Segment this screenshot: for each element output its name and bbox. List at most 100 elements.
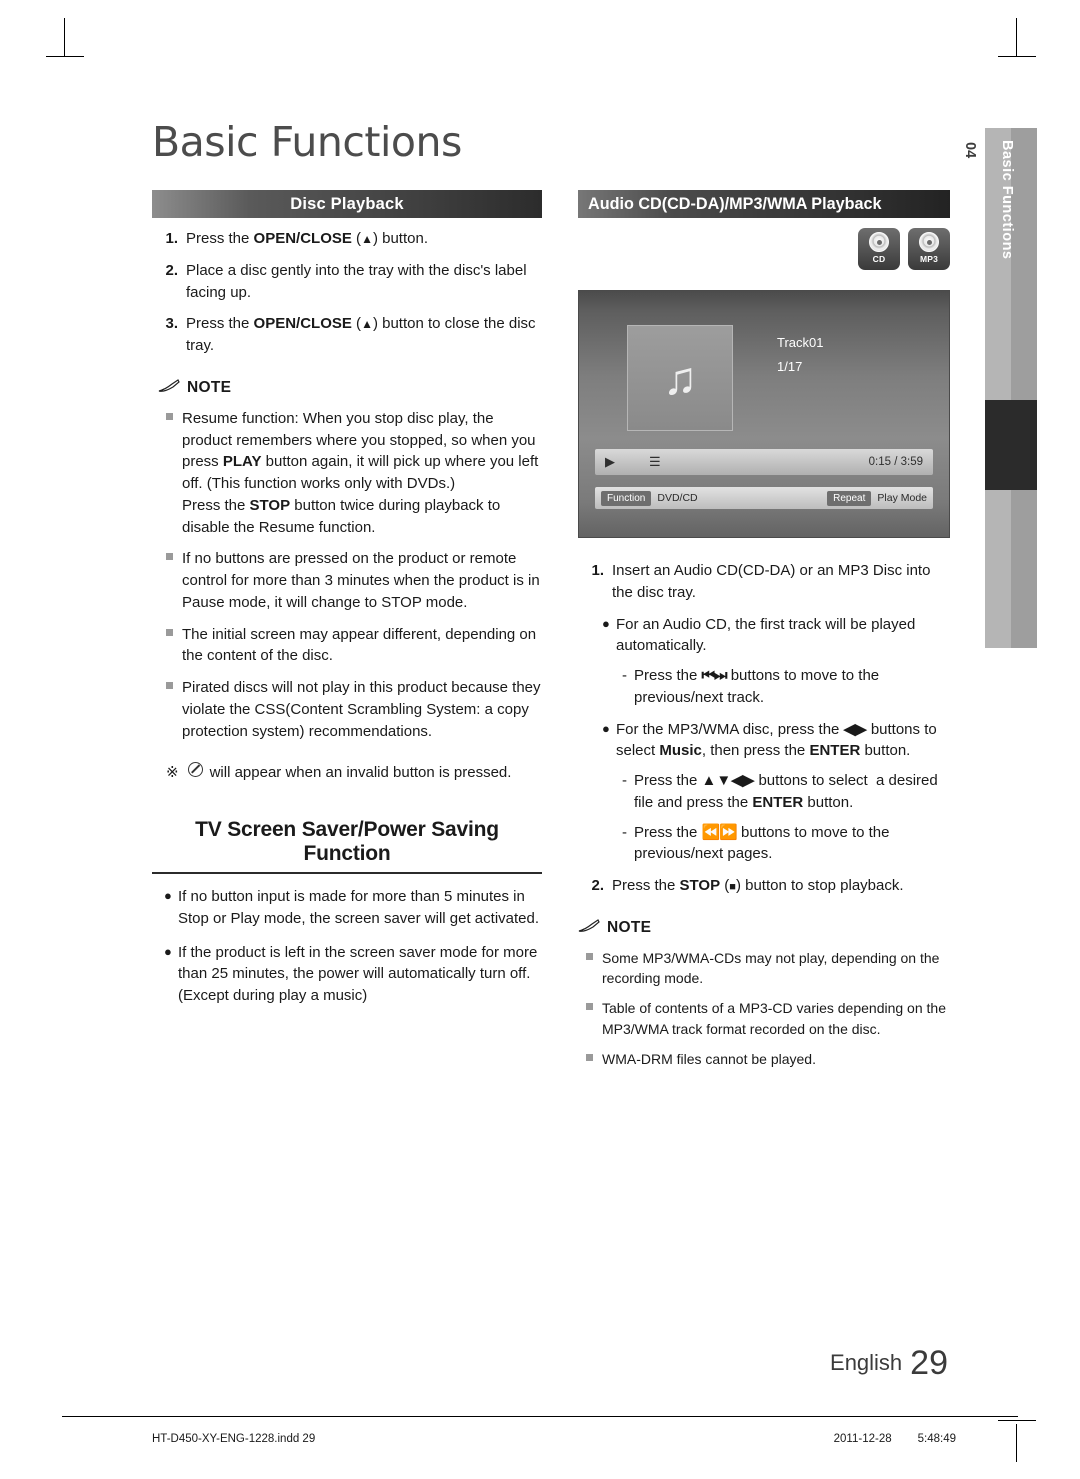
list-item: Some MP3/WMA-CDs may not play, depending… (586, 948, 950, 989)
crop-mark-bottom-right-h (998, 1420, 1036, 1421)
chapter-label: Basic Functions (999, 140, 1015, 260)
disc-icon-label: MP3 (919, 254, 939, 264)
screenshot-time: 0:15 / 3:59 (868, 456, 923, 468)
note-text: Pirated discs will not play in this prod… (182, 679, 541, 740)
footer-language-text: English (830, 1350, 903, 1375)
section-header-disc-playback: Disc Playback (152, 190, 542, 218)
list-item: - Press the ⏪⏩ buttons to move to the pr… (622, 822, 950, 866)
pencil-icon (158, 378, 180, 398)
left-column: Disc Playback 1. Press the OPEN/CLOSE (▲… (152, 190, 542, 1007)
list-item: If no buttons are pressed on the product… (166, 548, 542, 613)
invalid-button-note-text: will appear when an invalid button is pr… (209, 764, 512, 782)
step-number: 1. (165, 230, 178, 247)
list-item: Pirated discs will not play in this prod… (166, 677, 542, 742)
section-heading-screen-saver: TV Screen Saver/Power Saving Function (152, 818, 542, 874)
dash-icon: - (622, 667, 627, 684)
note-heading: NOTE (158, 378, 542, 398)
note-text: Resume function: When you stop disc play… (182, 409, 539, 536)
section-title-text: Disc Playback (290, 194, 404, 213)
chapter-number: 04 (962, 142, 978, 159)
footer-date: 2011-12-28 (833, 1433, 892, 1445)
dash-icon: - (622, 772, 627, 789)
crop-mark-top-right-v (1016, 18, 1017, 56)
page-title: Basic Functions (152, 118, 462, 166)
cd-disc-icon: CD (858, 228, 900, 270)
screenshot-track-label: Track01 (777, 335, 824, 350)
section-title-text: Audio CD(CD-DA)/MP3/WMA Playback (588, 194, 882, 213)
step-number: 2. (591, 877, 604, 894)
note-heading: NOTE (578, 918, 950, 938)
repeat-chip: Repeat (827, 490, 872, 506)
crop-mark-top-left-h (46, 56, 84, 57)
album-art-placeholder: ♫ (627, 325, 733, 431)
list-item: Resume function: When you stop disc play… (166, 408, 542, 539)
right-column: Audio CD(CD-DA)/MP3/WMA Playback CD MP3 … (578, 190, 950, 1069)
step-text: Press the OPEN/CLOSE (▲) button. (186, 230, 428, 247)
list-item: The initial screen may appear different,… (166, 624, 542, 668)
footer-language: English 29 (830, 1344, 948, 1383)
list-item: ● For an Audio CD, the first track will … (602, 614, 950, 658)
sub-dash-text: Press the ⏪⏩ buttons to move to the prev… (634, 823, 890, 863)
step-text: Place a disc gently into the tray with t… (186, 261, 527, 301)
crop-mark-bottom-right-v (1016, 1424, 1017, 1462)
note-text: If no buttons are pressed on the product… (182, 550, 540, 611)
list-item: - Press the ▲▼◀▶ buttons to select a des… (622, 770, 950, 814)
bullet-icon: ● (164, 943, 172, 959)
chapter-tab-marker (985, 400, 1037, 490)
note-text: The initial screen may appear different,… (182, 625, 537, 665)
equalizer-icon: ☰ (649, 454, 661, 469)
list-item: 2. Place a disc gently into the tray wit… (152, 260, 542, 304)
screenshot-track-index: 1/17 (777, 359, 803, 374)
footer-page-number: 29 (910, 1344, 948, 1382)
disc-type-icons: CD MP3 (858, 228, 950, 270)
note-bullet-icon (166, 624, 182, 668)
sub-dash-text: Press the ▲▼◀▶ buttons to select a desir… (634, 772, 938, 811)
prohibited-icon (187, 762, 203, 778)
list-item: ● For the MP3/WMA disc, press the ◀▶ but… (602, 719, 950, 763)
step-number: 1. (591, 562, 604, 579)
step-number: 3. (165, 315, 178, 333)
list-item: 3. Press the OPEN/CLOSE (▲) button to cl… (152, 313, 542, 357)
bullet-text: If no button input is made for more than… (178, 888, 540, 927)
footer-time: 5:48:49 (917, 1433, 956, 1445)
footer-file-name: HT-D450-XY-ENG-1228.indd 29 (152, 1433, 316, 1445)
note-bullet-icon (166, 677, 182, 742)
footer-divider (62, 1416, 1018, 1417)
sub-dash-text: Press the ⏮⏭ buttons to move to the prev… (634, 667, 880, 706)
screenshot-status-bar: Function DVD/CD Repeat Play Mode (595, 487, 933, 509)
disc-icon-label: CD (872, 254, 886, 264)
note-text: Some MP3/WMA-CDs may not play, depending… (602, 949, 940, 987)
step-text: Press the STOP (■) button to stop playba… (612, 877, 904, 894)
list-item: WMA-DRM files cannot be played. (586, 1049, 950, 1069)
note-bullet-icon (586, 1049, 602, 1069)
list-item: Table of contents of a MP3-CD varies dep… (586, 998, 950, 1039)
step-number: 2. (165, 261, 178, 279)
section-header-audio-cd: Audio CD(CD-DA)/MP3/WMA Playback (578, 190, 950, 218)
note-bullet-icon (166, 548, 182, 613)
invalid-button-note: ※ will appear when an invalid button is … (166, 762, 542, 784)
list-item: 1. Insert an Audio CD(CD-DA) or an MP3 D… (578, 560, 950, 604)
bullet-icon: ● (602, 615, 610, 631)
player-screenshot: ♫ Track01 1/17 ▶ ☰ 0:15 / 3:59 Function … (578, 290, 950, 538)
footer-meta: 2011-12-28 5:48:49 (834, 1433, 956, 1445)
sub-bullet-text: For the MP3/WMA disc, press the ◀▶ butto… (616, 720, 937, 760)
list-item: 2. Press the STOP (■) button to stop pla… (578, 875, 950, 897)
list-item: ● If no button input is made for more th… (164, 886, 542, 930)
disc-ring-shape (919, 232, 939, 252)
sub-bullet-text: For an Audio CD, the first track will be… (616, 615, 916, 655)
note-bullet-icon (586, 948, 602, 989)
bullet-icon: ● (602, 720, 610, 736)
note-bullet-icon (166, 408, 182, 539)
source-label: DVD/CD (657, 492, 698, 504)
bullet-icon: ● (164, 888, 172, 903)
list-item: - Press the ⏮⏭ buttons to move to the pr… (622, 665, 950, 709)
play-icon: ▶ (605, 454, 615, 469)
function-chip: Function (601, 490, 652, 506)
screenshot-playback-bar: ▶ ☰ 0:15 / 3:59 (595, 449, 933, 475)
music-note-icon: ♫ (662, 352, 698, 404)
crop-mark-top-left-v (64, 18, 65, 56)
list-item: 1. Press the OPEN/CLOSE (▲) button. (152, 228, 542, 250)
note-label: NOTE (187, 379, 232, 397)
mp3-disc-icon: MP3 (908, 228, 950, 270)
crop-mark-top-right-h (998, 56, 1036, 57)
